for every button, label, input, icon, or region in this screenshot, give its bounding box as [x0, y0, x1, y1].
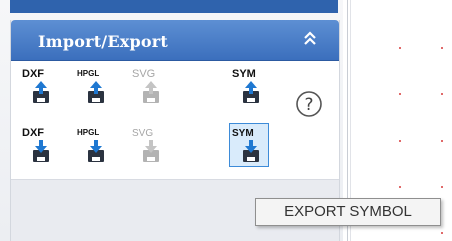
export-dxf-button[interactable]: DXF — [19, 123, 59, 167]
import-svg-button[interactable]: SVG — [129, 64, 169, 108]
export-sym-button[interactable]: SYM — [229, 123, 269, 167]
import-arrow-up-icon — [88, 81, 104, 103]
export-arrow-down-icon — [143, 140, 159, 162]
grid-dot — [441, 47, 443, 49]
button-label: DXF — [22, 127, 44, 139]
import-dxf-button[interactable]: DXF — [19, 64, 59, 108]
grid-dot — [441, 232, 443, 234]
grid-dot — [441, 93, 443, 95]
grid-dot — [399, 47, 401, 49]
button-label: HPGL — [77, 69, 100, 78]
import-sym-button[interactable]: SYM — [229, 64, 269, 108]
double-chevron-up-icon[interactable] — [301, 29, 319, 49]
button-label: HPGL — [77, 128, 100, 137]
button-label: SVG — [132, 128, 154, 139]
button-label: SYM — [232, 68, 256, 80]
grid-dot — [399, 140, 401, 142]
export-arrow-down-icon — [88, 140, 104, 162]
export-hpgl-button[interactable]: HPGL — [74, 123, 114, 167]
group-header[interactable]: Import/Export — [11, 20, 339, 61]
group-body: DXF HPGL SVG SYM ? DXF HPGL SVG SYM — [11, 61, 339, 180]
grid-dot — [441, 186, 443, 188]
export-arrow-down-icon — [243, 140, 259, 162]
grid-dot — [399, 186, 401, 188]
import-arrow-up-icon — [243, 81, 259, 103]
question-circle-icon[interactable]: ? — [295, 90, 323, 118]
svg-text:?: ? — [304, 95, 313, 115]
grid-dot — [399, 93, 401, 95]
import-arrow-up-icon — [143, 81, 159, 103]
tooltip: EXPORT SYMBOL — [255, 198, 441, 226]
top-panel-strip — [10, 0, 338, 13]
button-label: SVG — [132, 68, 156, 80]
export-svg-button[interactable]: SVG — [129, 123, 169, 167]
import-arrow-up-icon — [33, 81, 49, 103]
import-hpgl-button[interactable]: HPGL — [74, 64, 114, 108]
button-label: DXF — [22, 68, 44, 80]
group-title: Import/Export — [38, 32, 168, 51]
grid-dot — [441, 140, 443, 142]
export-arrow-down-icon — [33, 140, 49, 162]
button-label: SYM — [232, 128, 254, 139]
